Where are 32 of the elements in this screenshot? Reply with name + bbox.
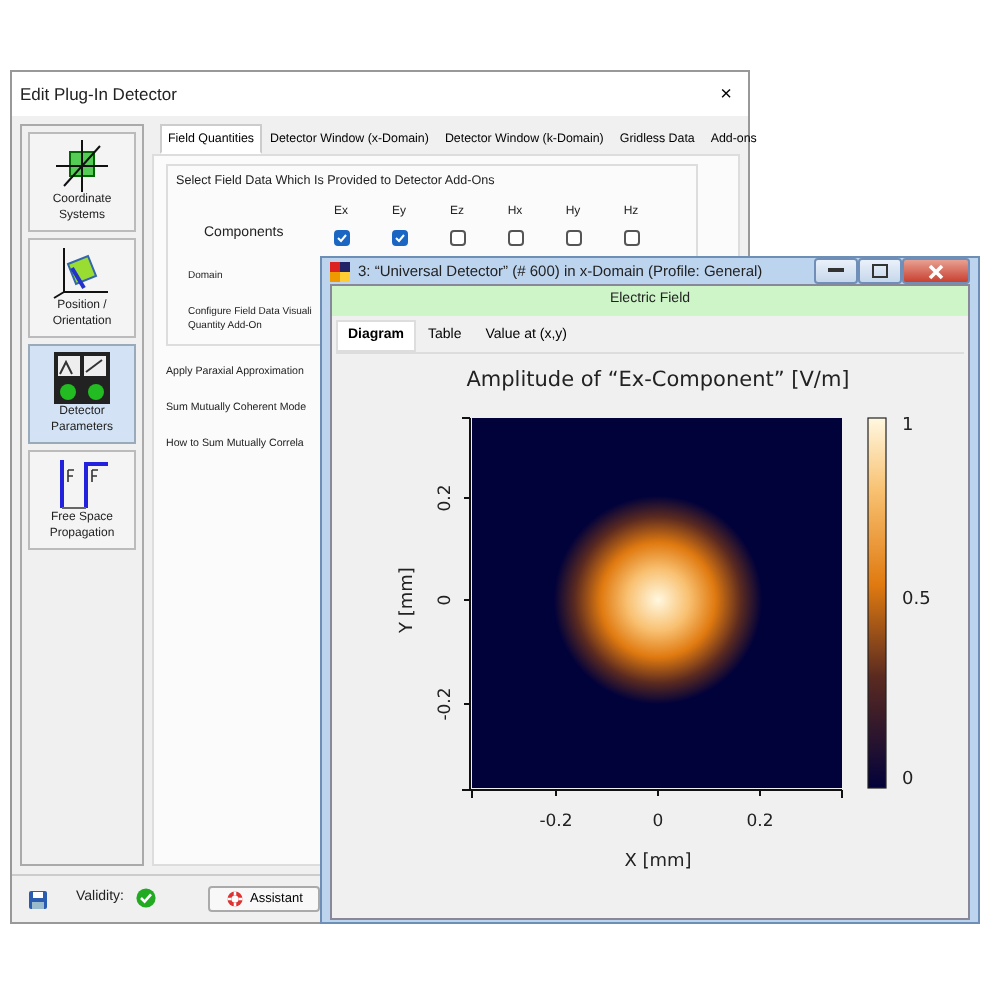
checkbox[interactable] <box>333 229 349 246</box>
app-icon <box>330 261 350 281</box>
close-button[interactable]: × <box>720 79 732 109</box>
minimize-icon <box>828 268 844 274</box>
x-tick-label: 0 <box>652 812 664 832</box>
y-tick-label: 0.2 <box>436 484 456 512</box>
x-axis-label: X [mm] <box>624 852 692 872</box>
y-axis-label: Y [mm] <box>398 567 418 633</box>
window-title: Edit Plug-In Detector <box>20 81 177 107</box>
checkbox[interactable] <box>565 229 581 246</box>
axes-cube-icon <box>52 138 112 194</box>
lifebuoy-icon <box>226 890 244 908</box>
checkbox[interactable] <box>391 229 407 246</box>
close-button[interactable] <box>902 258 970 284</box>
checkbox[interactable] <box>623 229 639 246</box>
minimize-button[interactable] <box>814 258 858 284</box>
close-icon <box>928 263 944 279</box>
checkbox[interactable] <box>449 229 465 246</box>
chart-title: Amplitude of “Ex-Component” [V/m] <box>466 368 850 392</box>
y-tick-label: -0.2 <box>436 687 456 721</box>
colorbar-tick-label: 1 <box>902 416 914 436</box>
detector-icon <box>52 350 112 406</box>
checkbox[interactable] <box>507 229 523 246</box>
x-tick-label: -0.2 <box>539 812 573 832</box>
save-icon[interactable] <box>28 889 48 909</box>
maximize-button[interactable] <box>858 258 902 284</box>
colorbar-tick-label: 0.5 <box>902 590 931 610</box>
maximize-icon <box>872 264 888 278</box>
rotated-square-icon <box>52 244 112 300</box>
x-tick-label: 0.2 <box>746 812 774 832</box>
y-tick-label: 0 <box>436 594 456 606</box>
colorbar-tick-label: 0 <box>902 770 914 790</box>
